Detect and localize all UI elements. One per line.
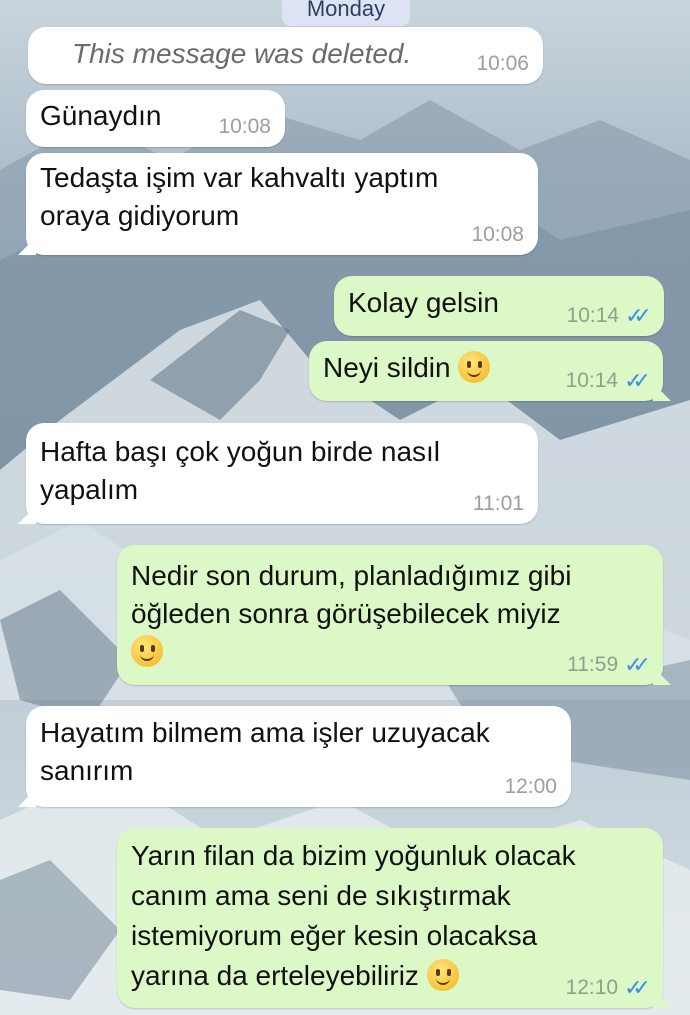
message-time: 10:06 (476, 52, 529, 75)
deleted-icon (42, 43, 64, 146)
message-text: This message was deleted. (72, 38, 412, 69)
message-time: 10:14 (565, 369, 619, 392)
slightly-smiling-face-icon (426, 959, 459, 991)
message-bubble-incoming[interactable]: Hayatım bilmem ama işler uzuyacak sanırı… (26, 706, 571, 807)
message-time: 12:10 (565, 976, 619, 999)
message-bubble-incoming[interactable]: Hafta başı çok yoğun birde nasıl yapalım… (26, 423, 538, 524)
message-bubble-incoming[interactable]: This message was deleted. 10:06 (28, 27, 543, 146)
message-text: Neyi sildin (323, 352, 451, 383)
message-bubble-outgoing[interactable]: Yarın filan da bizim yoğunluk olacak can… (117, 828, 663, 1008)
slightly-smiling-face-icon (131, 635, 163, 667)
read-ticks-icon: ✓✓ (625, 303, 652, 328)
message-time: 12:00 (504, 775, 557, 798)
message-text: Hafta başı çok yoğun birde nasıl yapalım (40, 436, 441, 505)
message-time: 11:01 (473, 492, 524, 515)
message-text: Günaydın (40, 100, 162, 131)
message-bubble-outgoing[interactable]: Nedir son durum, planladığımız gibi öğle… (117, 545, 663, 685)
message-time: 11:59 (567, 653, 619, 676)
read-ticks-icon: ✓✓ (624, 652, 651, 677)
message-bubble-incoming[interactable]: Günaydın 10:08 (26, 90, 285, 147)
slightly-smiling-face-icon (458, 351, 491, 383)
message-time: 10:08 (471, 223, 524, 246)
message-bubble-incoming[interactable]: Tedaşta işim var kahvaltı yaptım oraya g… (26, 153, 538, 255)
message-text: Hayatım bilmem ama işler uzuyacak sanırı… (40, 717, 490, 786)
message-text: Nedir son durum, planladığımız gibi öğle… (131, 560, 572, 629)
message-bubble-outgoing[interactable]: Neyi sildin 10:14 ✓✓ (309, 341, 663, 401)
message-text: Tedaşta işim var kahvaltı yaptım oraya g… (40, 162, 439, 231)
message-bubble-outgoing[interactable]: Kolay gelsin 10:14 ✓✓ (334, 276, 664, 336)
message-time: 10:14 (566, 304, 620, 327)
day-separator: Monday (282, 0, 410, 26)
message-text: Kolay gelsin (348, 287, 499, 318)
read-ticks-icon: ✓✓ (624, 975, 651, 1000)
message-text: Yarın filan da bizim yoğunluk olacak can… (131, 840, 576, 991)
read-ticks-icon: ✓✓ (624, 368, 651, 393)
message-time: 10:08 (218, 115, 271, 138)
